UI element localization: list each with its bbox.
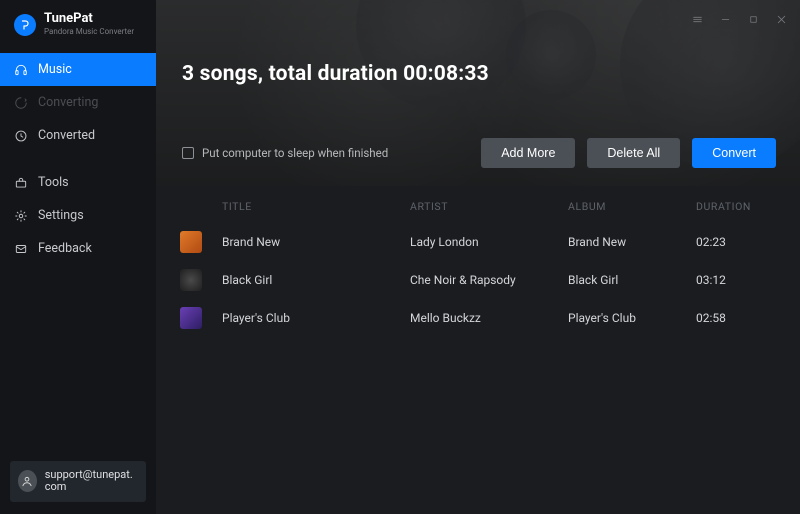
sidebar-item-label: Music [38,62,72,77]
cell-title: Black Girl [222,273,402,287]
table-row[interactable]: Player's Club Mello Buckzz Player's Club… [180,299,776,337]
minimize-button[interactable] [714,8,736,30]
cell-album: Player's Club [568,311,688,325]
cell-duration: 02:23 [696,235,776,249]
sidebar-item-label: Settings [38,208,84,223]
cell-album: Brand New [568,235,688,249]
brand-logo-icon [14,14,36,36]
action-row: Put computer to sleep when finished Add … [182,138,776,168]
toolbox-icon [14,176,28,190]
col-album: ALBUM [568,200,688,213]
window-controls [686,8,792,30]
sleep-label: Put computer to sleep when finished [202,146,388,160]
table-header: TITLE ARTIST ALBUM DURATION [180,186,776,223]
spinner-icon [14,96,28,110]
album-art-icon [180,269,202,291]
support-email: support@tunepat.com [45,469,138,494]
primary-nav: Music Converting Converted Tools [0,53,156,265]
sidebar: TunePat Pandora Music Converter Music Co… [0,0,156,514]
menu-button[interactable] [686,8,708,30]
mail-icon [14,242,28,256]
gear-icon [14,209,28,223]
sidebar-item-converting[interactable]: Converting [0,86,156,119]
cell-album: Black Girl [568,273,688,287]
sidebar-item-label: Tools [38,175,69,190]
cell-duration: 03:12 [696,273,776,287]
checkbox-icon [182,147,194,159]
col-duration: DURATION [696,200,776,213]
cell-title: Player's Club [222,311,402,325]
sidebar-item-feedback[interactable]: Feedback [0,232,156,265]
clock-icon [14,129,28,143]
cell-artist: Lady London [410,235,560,249]
sidebar-item-label: Feedback [38,241,92,256]
cell-title: Brand New [222,235,402,249]
cell-artist: Che Noir & Rapsody [410,273,560,287]
brand-name: TunePat [44,12,134,26]
close-button[interactable] [770,8,792,30]
cell-artist: Mello Buckzz [410,311,560,325]
sidebar-item-tools[interactable]: Tools [0,166,156,199]
decorative-disc-icon [506,10,596,100]
add-more-button[interactable]: Add More [481,138,575,168]
track-table: TITLE ARTIST ALBUM DURATION Brand New La… [156,186,800,337]
main-panel: 3 songs, total duration 00:08:33 Put com… [156,0,800,514]
cell-duration: 02:58 [696,311,776,325]
sleep-checkbox[interactable]: Put computer to sleep when finished [182,146,388,160]
col-artist: ARTIST [410,200,560,213]
album-art-icon [180,231,202,253]
delete-all-button[interactable]: Delete All [587,138,680,168]
app-window: TunePat Pandora Music Converter Music Co… [0,0,800,514]
col-title: TITLE [222,200,402,213]
sidebar-item-label: Converting [38,95,98,110]
sidebar-item-converted[interactable]: Converted [0,119,156,152]
hero-banner: 3 songs, total duration 00:08:33 Put com… [156,0,800,186]
table-row[interactable]: Brand New Lady London Brand New 02:23 [180,223,776,261]
support-card[interactable]: support@tunepat.com [10,461,146,502]
brand: TunePat Pandora Music Converter [0,0,156,53]
sidebar-item-settings[interactable]: Settings [0,199,156,232]
maximize-button[interactable] [742,8,764,30]
queue-summary: 3 songs, total duration 00:08:33 [182,62,489,86]
sidebar-item-music[interactable]: Music [0,53,156,86]
convert-button[interactable]: Convert [692,138,776,168]
user-avatar-icon [18,470,37,492]
album-art-icon [180,307,202,329]
headphones-icon [14,63,28,77]
brand-subtitle: Pandora Music Converter [44,28,134,37]
sidebar-item-label: Converted [38,128,95,143]
table-row[interactable]: Black Girl Che Noir & Rapsody Black Girl… [180,261,776,299]
